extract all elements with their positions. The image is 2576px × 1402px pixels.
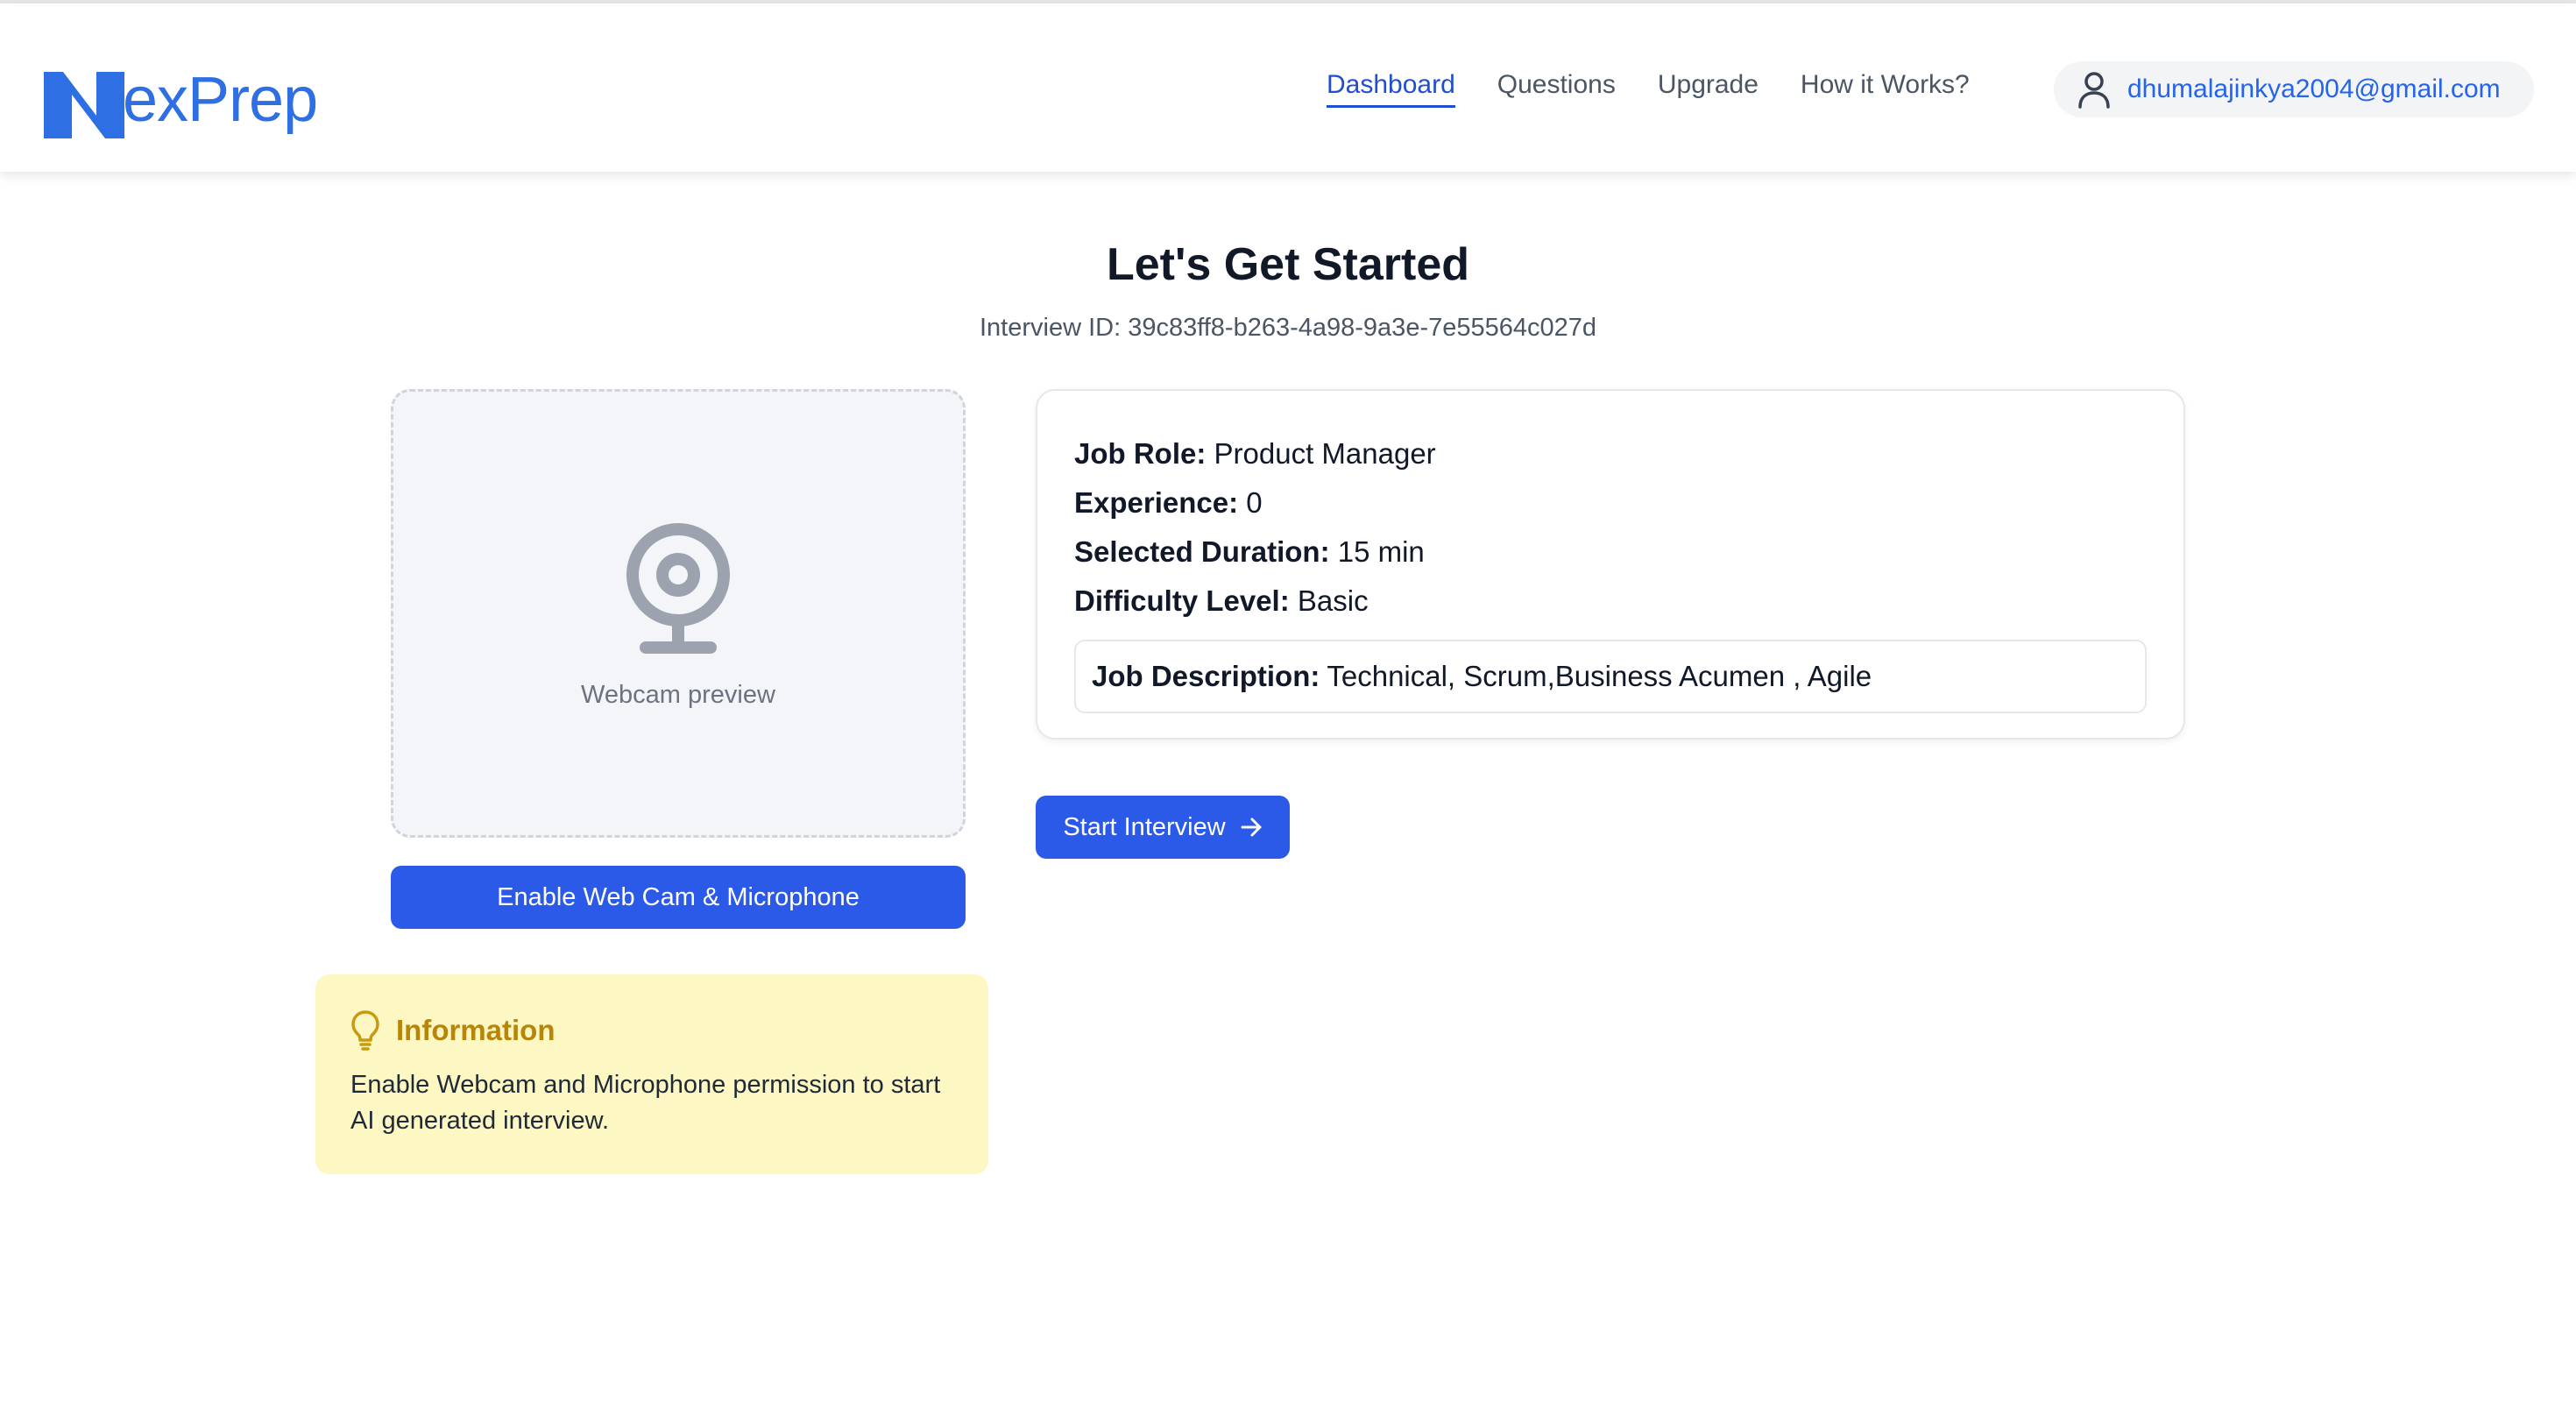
main-nav: Dashboard Questions Upgrade How it Works… <box>1327 70 1970 108</box>
arrow-right-icon <box>1241 818 1262 837</box>
nav-dashboard[interactable]: Dashboard <box>1327 70 1455 108</box>
enable-webcam-button[interactable]: Enable Web Cam & Microphone <box>391 866 966 929</box>
user-menu[interactable]: dhumalajinkya2004@gmail.com <box>2054 61 2534 117</box>
page-title: Let's Get Started <box>1106 239 1470 290</box>
webcam-preview-label: Webcam preview <box>581 680 775 709</box>
job-description-box: Job Description: Technical, Scrum,Busine… <box>1074 640 2147 713</box>
start-interview-button[interactable]: Start Interview <box>1036 796 1290 859</box>
info-title: Information <box>396 1014 556 1046</box>
nav-questions[interactable]: Questions <box>1497 70 1616 108</box>
start-interview-label: Start Interview <box>1063 812 1226 841</box>
webcam-preview: Webcam preview <box>391 389 966 838</box>
logo-text: exPrep <box>123 65 318 135</box>
difficulty-key: Difficulty Level: <box>1074 584 1290 617</box>
job-role-value: Product Manager <box>1214 437 1436 470</box>
top-header: exPrep Dashboard Questions Upgrade How i… <box>0 4 2576 172</box>
interview-id: Interview ID: 39c83ff8-b263-4a98-9a3e-7e… <box>979 314 1597 342</box>
nav-upgrade[interactable]: Upgrade <box>1658 70 1759 108</box>
experience-row: Experience: 0 <box>1074 478 2147 528</box>
logo-n-mark <box>44 72 124 138</box>
duration-row: Selected Duration: 15 min <box>1074 528 2147 577</box>
user-email: dhumalajinkya2004@gmail.com <box>2127 74 2501 103</box>
nav-how-it-works[interactable]: How it Works? <box>1801 70 1970 108</box>
logo[interactable]: exPrep <box>42 53 318 140</box>
webcam-icon <box>626 522 730 654</box>
lightbulb-icon <box>351 1010 379 1051</box>
experience-value: 0 <box>1246 486 1263 519</box>
job-description-key: Job Description: <box>1092 660 1320 692</box>
difficulty-value: Basic <box>1297 584 1369 617</box>
user-icon <box>2078 72 2110 109</box>
info-text: Enable Webcam and Microphone permission … <box>350 1071 941 1135</box>
job-description-value: Technical, Scrum,Business Acumen , Agile <box>1327 660 1872 692</box>
job-role-row: Job Role: Product Manager <box>1074 429 2147 478</box>
info-box: Information Enable Webcam and Microphone… <box>315 974 988 1174</box>
duration-value: 15 min <box>1337 535 1425 568</box>
difficulty-row: Difficulty Level: Basic <box>1074 577 2147 626</box>
job-role-key: Job Role: <box>1074 437 1207 470</box>
experience-key: Experience: <box>1074 486 1239 519</box>
duration-key: Selected Duration: <box>1074 535 1330 568</box>
job-details-card: Job Role: Product Manager Experience: 0 … <box>1036 389 2185 740</box>
